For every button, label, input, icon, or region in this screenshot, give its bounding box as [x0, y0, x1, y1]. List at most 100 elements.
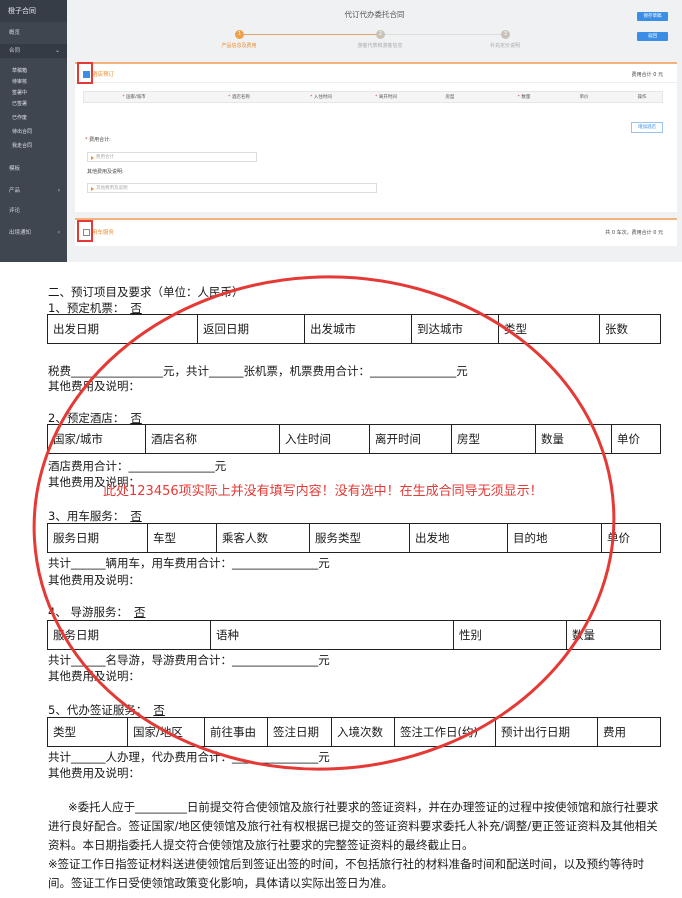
table-row: 服务日期 语种 性别 数量	[47, 620, 661, 650]
car-summary: 共 0 车次，费用合计 0 元	[605, 230, 663, 236]
flight-tax-line: 税费________________元，共计______张机票，机票费用合计：_…	[48, 364, 468, 378]
table-cell: 费用	[597, 717, 661, 747]
table-cell: 数量	[566, 620, 661, 650]
column-header: * 国家/城市	[122, 95, 146, 100]
table-cell: 语种	[210, 620, 454, 650]
visa-heading: 5、代办签证服务：否	[48, 703, 165, 717]
column-header: * 数量	[517, 95, 531, 100]
flight-other: 其他费用及说明：	[48, 379, 140, 393]
sidebar-item-contract[interactable]: 合同 ⌄	[0, 44, 67, 58]
sidebar-item-overview[interactable]: 概览	[0, 26, 67, 40]
sidebar-subitem-drafts[interactable]: 草稿箱	[0, 66, 67, 77]
chevron-down-icon: ⌄	[54, 47, 60, 54]
sidebar-item-products[interactable]: 产品 ‹	[0, 184, 67, 198]
table-cell: 到达城市	[411, 314, 499, 344]
hotel-table-header: * 国家/城市 * 酒店名称 * 入住时间 * 离开时间 房型 * 数量 单价 …	[83, 91, 663, 103]
table-cell: 签注工作日(约)	[394, 717, 496, 747]
column-header: * 酒店名称	[228, 95, 250, 100]
highlight-box	[77, 62, 93, 84]
sidebar-item-templates[interactable]: 模板	[0, 162, 67, 176]
car-panel: 用车服务 共 0 车次，费用合计 0 元	[75, 218, 677, 246]
car-table: 服务日期 车型 乘客人数 服务类型 出发地 目的地 单价	[47, 523, 661, 553]
chevron-left-icon: ‹	[57, 187, 60, 194]
flight-table: 出发日期 返回日期 出发城市 到达城市 类型 张数	[47, 314, 661, 344]
app-screenshot: 橙子合同 概览 合同 ⌄ 草稿箱 待审核 签署中 已签署 已作废 待出合同 我走…	[0, 0, 682, 262]
table-cell: 返回日期	[197, 314, 305, 344]
sidebar-item-label: 产品	[9, 188, 21, 194]
car-panel-title: 用车服务	[92, 230, 115, 236]
car-heading: 3、用车服务：否	[48, 509, 142, 523]
sidebar-subitem-pending-review[interactable]: 待审核	[0, 77, 67, 88]
step-progress: 1 2 3 产品信息及费用 游客代表和游客信息 补充定价说明	[67, 30, 682, 50]
column-header: 单价	[579, 95, 589, 100]
sidebar-subitem-signing[interactable]: 签署中	[0, 88, 67, 99]
table-cell: 国家/地区	[127, 717, 205, 747]
highlight-box	[77, 220, 93, 242]
hotel-panel-title: 酒店预订	[92, 72, 115, 78]
car-fee-line: 共计______辆用车，用车费用合计：_______________元	[48, 556, 330, 570]
add-hotel-button[interactable]: 增加酒店	[631, 122, 663, 133]
table-cell: 类型	[47, 717, 128, 747]
step-connector	[242, 34, 378, 35]
hotel-panel: 酒店预订 费用合计 0 元 * 国家/城市 * 酒店名称 * 入住时间 * 离开…	[75, 62, 677, 212]
fee-label: * 费用合计:	[85, 137, 111, 143]
sidebar-item-exit-notice[interactable]: 出境通知 ‹	[0, 226, 67, 240]
table-cell: 酒店名称	[145, 424, 280, 454]
step-2-dot[interactable]: 2	[376, 30, 385, 39]
column-header: 操作	[637, 95, 647, 100]
page-title: 代订代办委托合同	[344, 10, 405, 19]
annotation-text: 此处123456项实际上并没有填写内容！没有选中！在生成合同导无须显示！	[103, 484, 543, 499]
table-cell: 出发日期	[47, 314, 198, 344]
table-cell: 性别	[453, 620, 567, 650]
hotel-fee-line: 酒店费用合计：_______________元	[48, 459, 227, 473]
visa-note-2: ※签证工作日指签证材料送进使领馆后到签证出签的时间，不包括旅行社的材料准备时间和…	[48, 857, 645, 890]
table-cell: 服务类型	[309, 523, 410, 553]
table-cell: 离开时间	[369, 424, 452, 454]
guide-heading: 4、 导游服务：否	[48, 605, 146, 619]
table-cell: 签注日期	[267, 717, 332, 747]
table-cell: 服务日期	[47, 523, 148, 553]
sidebar-subitem-signed[interactable]: 已签署	[0, 99, 67, 110]
table-row: 服务日期 车型 乘客人数 服务类型 出发地 目的地 单价	[47, 523, 661, 553]
column-header: 房型	[445, 95, 455, 100]
car-other: 其他费用及说明：	[48, 573, 140, 587]
app-logo: 橙子合同	[0, 0, 67, 22]
table-cell: 服务日期	[47, 620, 211, 650]
sidebar-item-label: 合同	[9, 48, 21, 54]
column-header: * 离开时间	[375, 95, 397, 100]
table-cell: 入住时间	[279, 424, 370, 454]
other-fees-input[interactable]: 其他费用及说明	[87, 183, 377, 193]
table-cell: 车型	[147, 523, 217, 553]
sidebar-item-reviews[interactable]: 评论	[0, 204, 67, 218]
guide-other: 其他费用及说明：	[48, 669, 140, 683]
sidebar-subitem-voided[interactable]: 已作废	[0, 113, 67, 124]
section-title: 二、预订项目及要求（单位：人民币）	[48, 285, 244, 299]
visa-note-1: ※委托人应于_________日前提交符合使领馆及旅行社要求的签证资料，并在办理…	[48, 800, 659, 852]
contract-document: 二、预订项目及要求（单位：人民币） 1、预定机票：否 出发日期 返回日期 出发城…	[0, 262, 682, 898]
sidebar-subitem-pending-out[interactable]: 待出合同	[0, 127, 67, 138]
table-cell: 出发地	[409, 523, 508, 553]
table-cell: 预计出行日期	[495, 717, 598, 747]
table-row: 国家/城市 酒店名称 入住时间 离开时间 房型 数量 单价	[47, 424, 661, 454]
step-1-dot[interactable]: 1	[235, 30, 244, 39]
hotel-table: 国家/城市 酒店名称 入住时间 离开时间 房型 数量 单价	[47, 424, 661, 454]
table-cell: 数量	[535, 424, 612, 454]
column-header: * 入住时间	[310, 95, 332, 100]
step-1-label: 产品信息及费用	[221, 43, 257, 49]
fee-input[interactable]: 费用合计	[87, 152, 257, 162]
sidebar: 橙子合同 概览 合同 ⌄ 草稿箱 待审核 签署中 已签署 已作废 待出合同 我走…	[0, 0, 67, 262]
table-row: 类型 国家/地区 前往事由 签注日期 入境次数 签注工作日(约) 预计出行日期 …	[47, 717, 661, 747]
table-cell: 单价	[601, 523, 661, 553]
table-cell: 单价	[611, 424, 661, 454]
main-content: 代订代办委托合同 保存草稿 返回 1 2 3 产品信息及费用 游客代表和游客信息…	[67, 0, 682, 262]
table-cell: 目的地	[507, 523, 602, 553]
table-cell: 入境次数	[331, 717, 395, 747]
step-3-dot[interactable]: 3	[501, 30, 510, 39]
table-cell: 出发城市	[304, 314, 412, 344]
table-row: 出发日期 返回日期 出发城市 到达城市 类型 张数	[47, 314, 661, 344]
table-cell: 前往事由	[204, 717, 268, 747]
hotel-fee-total: 费用合计 0 元	[631, 72, 663, 78]
sidebar-subitem-my-contracts[interactable]: 我走合同	[0, 141, 67, 152]
table-cell: 房型	[451, 424, 536, 454]
save-draft-button[interactable]: 保存草稿	[637, 12, 668, 21]
